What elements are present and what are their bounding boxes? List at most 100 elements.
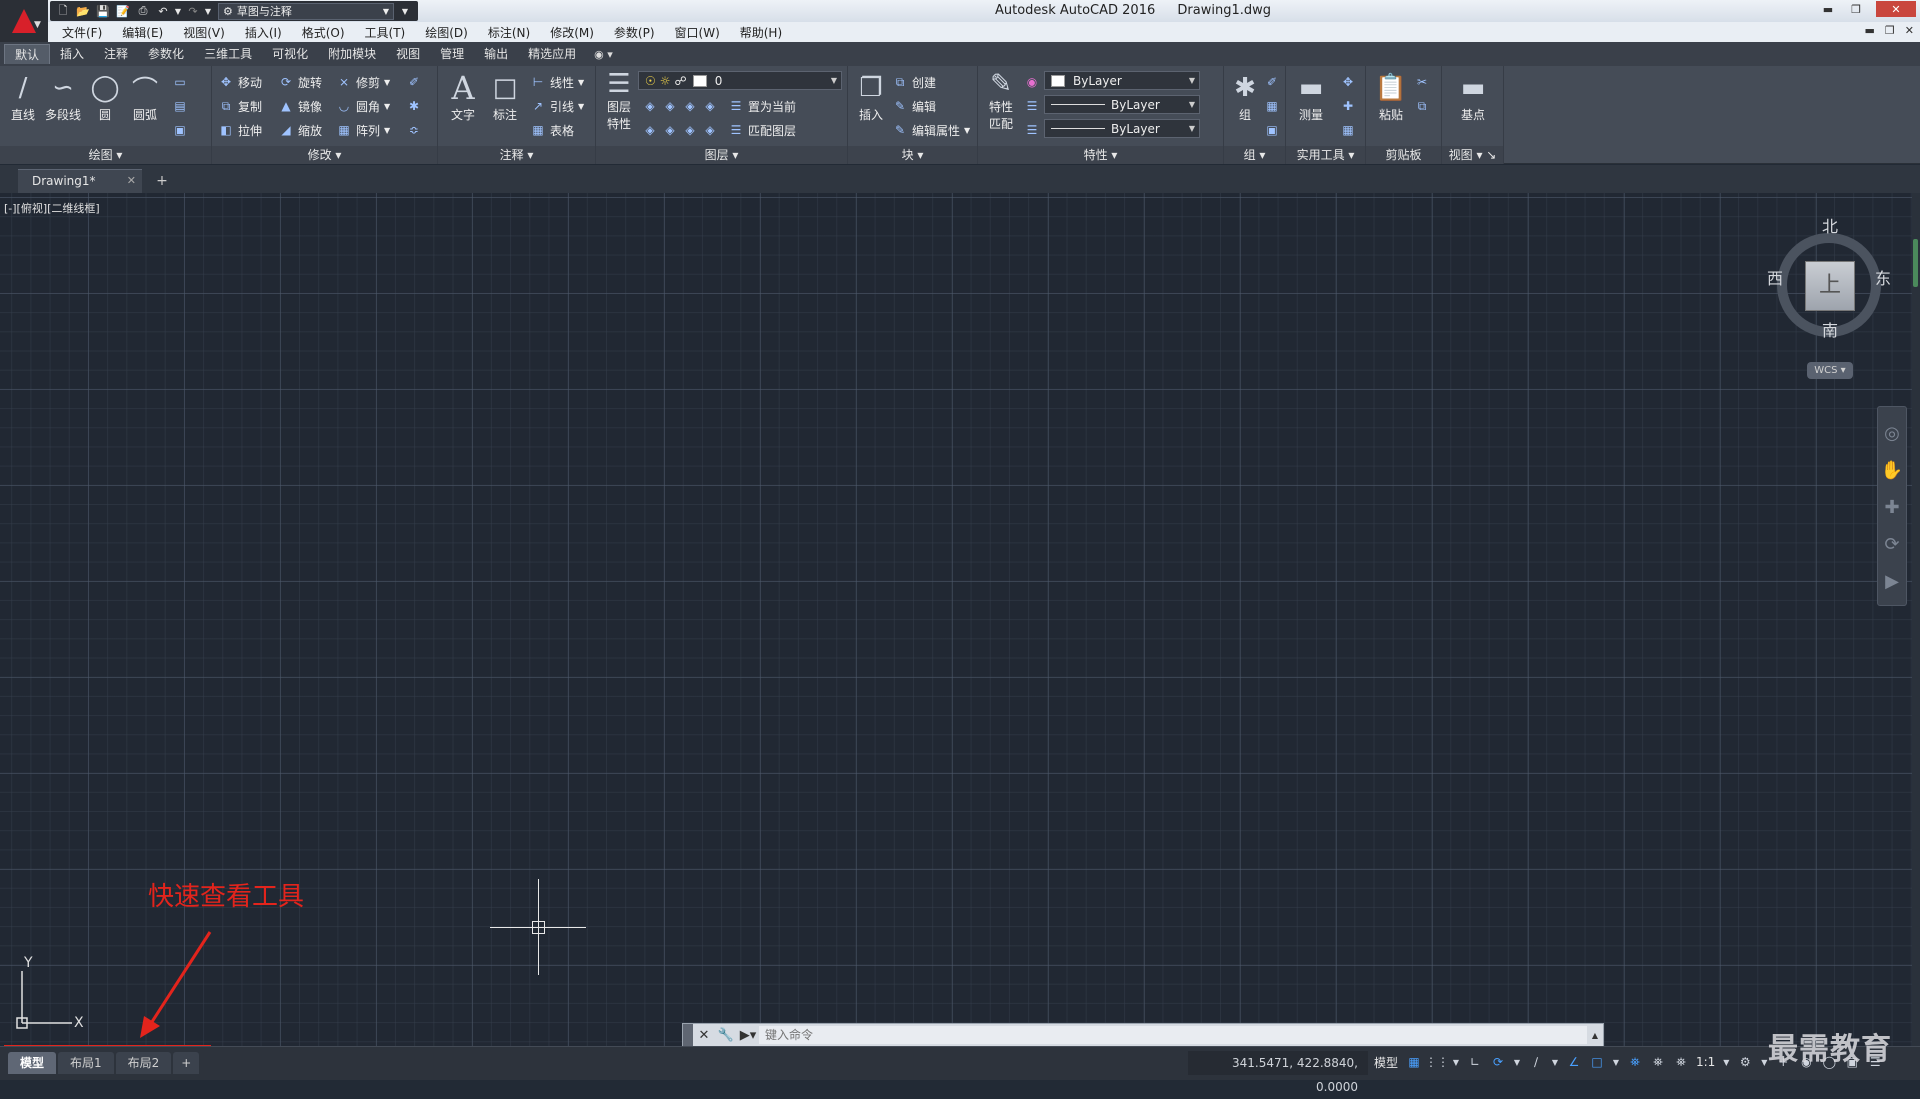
- customize-qat-icon[interactable]: ▼: [396, 3, 414, 19]
- region-button[interactable]: ▣: [172, 120, 188, 140]
- block-panel-title[interactable]: 块 ▾: [848, 146, 977, 164]
- layers-panel-title[interactable]: 图层 ▾: [596, 146, 847, 164]
- measure-button[interactable]: ▬ 测量: [1290, 70, 1332, 123]
- groups-panel-title[interactable]: 组 ▾: [1224, 146, 1285, 164]
- ribbon-toggle-icon[interactable]: ◉ ▾: [594, 48, 613, 61]
- tab-addins[interactable]: 附加模块: [318, 44, 386, 64]
- polar-dropdown-icon[interactable]: ▼: [1513, 1052, 1521, 1072]
- undo-dropdown-icon[interactable]: ▼: [174, 3, 182, 19]
- close-command-line-icon[interactable]: ✕: [693, 1028, 715, 1043]
- menu-modify[interactable]: 修改(M): [540, 24, 604, 41]
- match-layer-button[interactable]: ☰ 匹配图层: [728, 120, 796, 140]
- isodraft-icon[interactable]: ∕: [1528, 1052, 1544, 1072]
- layer-select[interactable]: ☉ ☼ ☍ 0 ▼: [638, 71, 842, 90]
- fillet-button[interactable]: ◡ 圆角 ▼: [336, 96, 390, 116]
- new-tab-button[interactable]: +: [150, 171, 174, 191]
- redo-icon[interactable]: ↷: [184, 3, 202, 19]
- close-icon[interactable]: ✕: [127, 170, 136, 192]
- snap-dropdown-icon[interactable]: ▼: [1452, 1052, 1460, 1072]
- lineweight-select[interactable]: ByLayer ▼: [1044, 119, 1200, 138]
- layer-unisolate-icon[interactable]: ◈: [662, 122, 678, 138]
- doc-close-icon[interactable]: ✕: [1905, 24, 1914, 37]
- showmotion-icon[interactable]: ▶: [1885, 571, 1899, 592]
- orbit-icon[interactable]: ⟳: [1884, 534, 1899, 555]
- stretch-button[interactable]: ◧ 拉伸: [218, 120, 262, 140]
- workspace-select[interactable]: ⚙ 草图与注释 ▼: [218, 2, 394, 20]
- compass-north[interactable]: 北: [1822, 213, 1838, 237]
- rectangle-button[interactable]: ▭: [172, 72, 188, 92]
- annotation-scale-value[interactable]: 1:1: [1696, 1055, 1715, 1069]
- menu-view[interactable]: 视图(V): [173, 24, 235, 41]
- tab-visualize[interactable]: 可视化: [262, 44, 318, 64]
- wcs-menu-button[interactable]: WCS ▾: [1807, 362, 1853, 379]
- command-history-icon[interactable]: ▲: [1587, 1031, 1603, 1040]
- modify-panel-title[interactable]: 修改 ▾: [212, 146, 437, 164]
- paste-button[interactable]: 📋 粘贴: [1370, 70, 1412, 123]
- viewport-controls[interactable]: [-][俯视][二维线框]: [4, 200, 100, 216]
- group-edit-button[interactable]: ▦: [1264, 96, 1280, 116]
- view-panel-title[interactable]: 视图 ▾ ↘: [1442, 146, 1503, 164]
- coordinate-readout[interactable]: 341.5471, 422.8840, 0.0000: [1188, 1051, 1368, 1094]
- new-file-icon[interactable]: 🗋: [54, 3, 72, 19]
- object-snap-tracking-icon[interactable]: ∠: [1566, 1052, 1582, 1072]
- tab-insert[interactable]: 插入: [50, 44, 94, 64]
- dimension-button[interactable]: □ 标注: [484, 70, 526, 123]
- layer-properties-button[interactable]: ☰ 图层 特性: [598, 69, 640, 132]
- grid-icon[interactable]: ▦: [1406, 1052, 1422, 1072]
- menu-parametric[interactable]: 参数(P): [604, 24, 665, 41]
- erase-button[interactable]: ✐: [406, 72, 422, 92]
- linear-button[interactable]: ⊢ 线性 ▼: [530, 72, 584, 92]
- workspace-gear-icon[interactable]: ⚙: [1737, 1052, 1753, 1072]
- command-line-grip[interactable]: [683, 1024, 693, 1046]
- copy-button[interactable]: ⧉ 复制: [218, 96, 262, 116]
- mirror-button[interactable]: ▲ 镜像: [278, 96, 322, 116]
- quick-select-button[interactable]: ✥: [1340, 72, 1356, 92]
- compass-south[interactable]: 南: [1822, 317, 1838, 341]
- menu-insert[interactable]: 插入(I): [235, 24, 292, 41]
- close-button[interactable]: ✕: [1876, 1, 1916, 17]
- move-button[interactable]: ✥ 移动: [218, 72, 262, 92]
- restore-button[interactable]: ❐: [1844, 1, 1868, 17]
- add-layout-button[interactable]: +: [173, 1052, 200, 1074]
- tab-manage[interactable]: 管理: [430, 44, 474, 64]
- insert-block-button[interactable]: ❐ 插入: [850, 70, 892, 123]
- compass-west[interactable]: 西: [1767, 265, 1783, 289]
- arc-button[interactable]: ⌒ 圆弧: [124, 70, 166, 123]
- doc-minimize-icon[interactable]: ▬: [1865, 24, 1875, 37]
- annotation-panel-title[interactable]: 注释 ▾: [438, 146, 595, 164]
- compass-east[interactable]: 东: [1875, 265, 1891, 289]
- auto-scale-icon[interactable]: ⛯: [1650, 1052, 1666, 1072]
- model-space-button[interactable]: 模型: [1374, 1051, 1398, 1075]
- scrollbar-thumb[interactable]: [1913, 239, 1918, 287]
- circle-button[interactable]: ◯ 圆: [84, 70, 126, 123]
- open-file-icon[interactable]: 📂: [74, 3, 92, 19]
- minimize-button[interactable]: ▬: [1816, 1, 1840, 17]
- application-menu-button[interactable]: ▼: [0, 0, 48, 42]
- layer-thaw-icon[interactable]: ◈: [682, 122, 698, 138]
- tab-featured-apps[interactable]: 精选应用: [518, 44, 586, 64]
- save-icon[interactable]: 💾: [94, 3, 112, 19]
- text-button[interactable]: A 文字: [442, 69, 484, 123]
- polyline-button[interactable]: ∽ 多段线: [42, 70, 84, 123]
- layer-off-icon[interactable]: ◈: [642, 98, 658, 114]
- base-view-button[interactable]: ▬ 基点: [1452, 70, 1494, 123]
- tab-default[interactable]: 默认: [4, 44, 51, 64]
- polar-tracking-icon[interactable]: ⟳: [1490, 1052, 1506, 1072]
- vertical-scrollbar[interactable]: [1912, 193, 1920, 1046]
- offset-button[interactable]: ≎: [406, 120, 422, 140]
- rotate-button[interactable]: ⟳ 旋转: [278, 72, 322, 92]
- menu-tools[interactable]: 工具(T): [355, 24, 416, 41]
- layer-isolate-icon[interactable]: ◈: [662, 98, 678, 114]
- trim-button[interactable]: ⨯ 修剪 ▼: [336, 72, 390, 92]
- file-tab-drawing1[interactable]: Drawing1* ✕: [18, 169, 142, 193]
- hatch-button[interactable]: ▤: [172, 96, 188, 116]
- menu-window[interactable]: 窗口(W): [665, 24, 730, 41]
- steering-wheel-icon[interactable]: ◎: [1884, 423, 1900, 444]
- redo-dropdown-icon[interactable]: ▼: [204, 3, 212, 19]
- explode-button[interactable]: ✱: [406, 96, 422, 116]
- layer-on-icon[interactable]: ◈: [642, 122, 658, 138]
- scale-button[interactable]: ◢ 缩放: [278, 120, 322, 140]
- tab-output[interactable]: 输出: [474, 44, 518, 64]
- isodraft-dropdown-icon[interactable]: ▼: [1551, 1052, 1559, 1072]
- edit-block-button[interactable]: ✎ 编辑: [892, 96, 936, 116]
